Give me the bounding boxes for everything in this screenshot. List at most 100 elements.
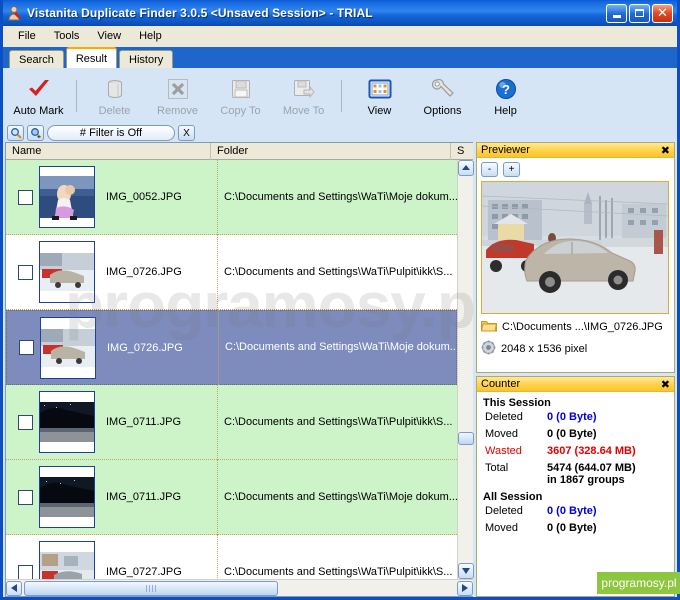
table-row[interactable]: IMG_0052.JPG C:\Documents and Settings\W… [6, 160, 457, 235]
close-icon[interactable]: ✖ [661, 378, 670, 391]
magnifier-arrow-icon[interactable] [27, 125, 44, 141]
grip-line [152, 584, 153, 592]
table-row[interactable]: IMG_0711.JPG C:\Documents and Settings\W… [6, 459, 457, 535]
row-checkbox[interactable] [18, 264, 33, 280]
main-content: Name Folder S IMG_0052.JPG C:\Documents … [3, 142, 677, 597]
column-header-name[interactable]: Name [6, 142, 211, 160]
menu-item-file[interactable]: File [9, 28, 45, 44]
row-folder-path: C:\Documents and Settings\WaTi\Pulpit\ik… [217, 534, 457, 579]
toolbar-separator-2 [341, 80, 342, 112]
previewer-title: Previewer [481, 144, 530, 156]
view-button[interactable]: View [348, 70, 411, 122]
row-thumbnail [39, 241, 95, 303]
close-icon[interactable]: ✖ [661, 144, 670, 157]
scroll-up-button[interactable] [458, 160, 474, 176]
column-header-folder[interactable]: Folder [211, 142, 451, 160]
gear-icon [481, 340, 496, 358]
row-checkbox[interactable] [18, 489, 33, 505]
close-button[interactable]: ✕ [652, 3, 673, 23]
row-thumbnail [40, 316, 96, 379]
row-folder-path: C:\Documents and Settings\WaTi\Pulpit\ik… [217, 234, 457, 310]
view-label: View [367, 104, 392, 117]
counter-label: Moved [485, 428, 519, 440]
row-thumbnail [39, 166, 95, 228]
magnifier-icon[interactable] [7, 125, 24, 141]
folder-icon [480, 319, 498, 335]
list-horizontal-scrollbar[interactable] [6, 579, 473, 596]
counter-label: Deleted [485, 505, 523, 517]
options-button[interactable]: Options [411, 70, 474, 122]
maximize-icon [635, 9, 644, 17]
tab-search[interactable]: Search [9, 50, 64, 68]
column-header-size[interactable]: S [451, 143, 473, 160]
row-folder-path: C:\Documents and Settings\WaTi\Moje doku… [218, 310, 456, 385]
floppy-move-icon [293, 76, 315, 102]
clear-filter-button[interactable]: X [178, 125, 195, 141]
delete-label: Delete [98, 104, 131, 117]
table-row[interactable]: IMG_0727.JPG C:\Documents and Settings\W… [6, 534, 457, 579]
scroll-left-button[interactable] [6, 580, 22, 596]
scroll-down-button[interactable] [458, 563, 474, 579]
scroll-right-button[interactable] [457, 580, 473, 596]
preview-image[interactable] [481, 181, 669, 314]
menu-item-help[interactable]: Help [130, 28, 171, 44]
preview-path-row: C:\Documents ...\IMG_0726.JPG [480, 319, 670, 335]
minimize-icon [612, 14, 621, 18]
copy-to-button[interactable]: Copy To [209, 70, 272, 122]
menu-item-view[interactable]: View [88, 28, 130, 44]
row-checkbox[interactable] [18, 189, 33, 205]
counter-row: Deleted 0 (0 Byte) [481, 411, 670, 423]
preview-file-path: C:\Documents ...\IMG_0726.JPG [502, 321, 663, 333]
auto-mark-button[interactable]: Auto Mark [7, 70, 70, 122]
remove-label: Remove [157, 104, 198, 117]
tab-history[interactable]: History [119, 50, 174, 68]
zoom-in-button[interactable]: + [503, 162, 520, 177]
help-label: Help [494, 104, 517, 117]
row-checkbox[interactable] [18, 564, 33, 579]
gray-x-icon [167, 76, 189, 102]
counter-value: 3607 (328.64 MB) [547, 445, 636, 457]
auto-mark-label: Auto Mark [13, 104, 64, 117]
horizontal-scrollbar-track[interactable] [22, 580, 457, 596]
copy-to-label: Copy To [220, 104, 261, 117]
vertical-scrollbar-thumb[interactable] [458, 432, 474, 445]
row-thumbnail [39, 541, 95, 579]
filter-status-button[interactable]: # Filter is Off [47, 125, 175, 141]
counter-row: Deleted 0 (0 Byte) [481, 505, 670, 517]
application-window: Vistanita Duplicate Finder 3.0.5 <Unsave… [0, 0, 680, 600]
right-panels: Previewer ✖ - + C:\Documents ...\IMG_072… [476, 142, 675, 597]
row-thumbnail [39, 391, 95, 453]
zoom-out-button[interactable]: - [481, 162, 498, 177]
help-button[interactable]: ? Help [474, 70, 537, 122]
counter-label: Total [485, 462, 509, 474]
menu-item-tools[interactable]: Tools [45, 28, 89, 44]
list-rows[interactable]: IMG_0052.JPG C:\Documents and Settings\W… [6, 160, 457, 579]
table-row[interactable]: IMG_0711.JPG C:\Documents and Settings\W… [6, 384, 457, 460]
counter-body: This Session Deleted 0 (0 Byte) Moved 0 … [477, 392, 674, 596]
counter-row: Total 5474 (644.07 MB) in 1867 groups [481, 462, 670, 486]
counter-header: Counter ✖ [477, 377, 674, 392]
title-bar: Vistanita Duplicate Finder 3.0.5 <Unsave… [3, 0, 677, 26]
horizontal-scrollbar-thumb[interactable] [24, 580, 278, 596]
list-vertical-scrollbar[interactable] [457, 160, 474, 579]
row-checkbox[interactable] [19, 340, 34, 355]
duplicate-list-pane: Name Folder S IMG_0052.JPG C:\Documents … [5, 142, 474, 597]
counter-section-heading: This Session [483, 397, 551, 409]
table-row[interactable]: IMG_0726.JPG C:\Documents and Settings\W… [6, 234, 457, 310]
table-row[interactable]: IMG_0726.JPG C:\Documents and Settings\W… [6, 310, 457, 385]
tab-result[interactable]: Result [65, 47, 118, 68]
close-icon: ✕ [657, 5, 668, 20]
row-file-name: IMG_0711.JPG [106, 491, 181, 503]
minimize-button[interactable] [606, 3, 627, 23]
list-column-headers: Name Folder S [6, 142, 473, 160]
counter-value: 0 (0 Byte) [547, 411, 597, 423]
remove-button[interactable]: Remove [146, 70, 209, 122]
maximize-button[interactable] [629, 3, 650, 23]
blue-question-icon: ? [495, 76, 517, 102]
move-to-button[interactable]: Move To [272, 70, 335, 122]
window-controls: ✕ [606, 3, 673, 23]
delete-button[interactable]: Delete [83, 70, 146, 122]
grip-line [149, 584, 150, 592]
row-checkbox[interactable] [18, 414, 33, 430]
preview-dimensions: 2048 x 1536 pixel [501, 343, 588, 355]
